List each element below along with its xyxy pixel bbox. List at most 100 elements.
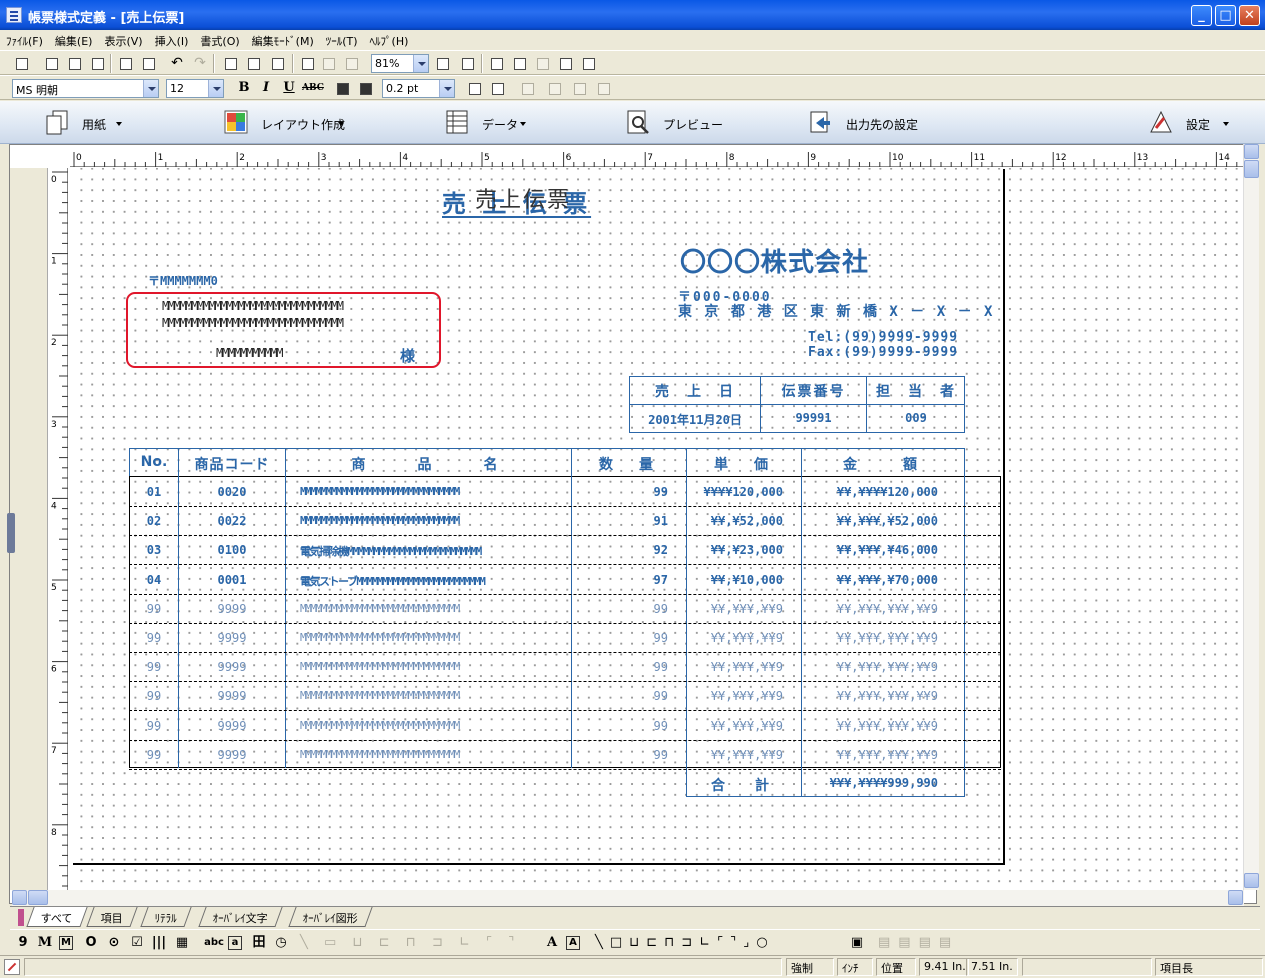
row-code[interactable]: 9999 bbox=[179, 748, 285, 762]
row-no[interactable]: 99 bbox=[130, 719, 178, 733]
menu-edit[interactable]: 編集(E) bbox=[49, 30, 99, 49]
row-qty[interactable]: 99 bbox=[572, 719, 668, 733]
menu-help[interactable]: ﾍﾙﾌﾟ(H) bbox=[364, 30, 415, 49]
copy-form-icon[interactable] bbox=[65, 54, 83, 72]
customer-postal[interactable]: 〒MMMMMMM0 bbox=[148, 272, 218, 289]
scroll-down-button[interactable] bbox=[1244, 873, 1259, 888]
row-price[interactable]: ¥¥,¥¥¥,¥¥9 bbox=[687, 660, 783, 674]
menu-view[interactable]: 表示(V) bbox=[98, 30, 148, 49]
row-name[interactable]: MMMMMMMMMMMMMMMMMMMMMMMMMMMMMMM bbox=[300, 631, 550, 644]
boxed-text-tool[interactable]: M bbox=[59, 936, 73, 950]
edit-icon[interactable] bbox=[42, 54, 60, 72]
col-code[interactable]: 商品コード bbox=[179, 454, 285, 474]
menu-edit-mode[interactable]: 編集ﾓｰﾄﾞ(M) bbox=[246, 30, 320, 49]
delete-item-icon[interactable] bbox=[244, 54, 262, 72]
vertical-scrollbar[interactable] bbox=[1243, 144, 1259, 890]
print-preview-icon[interactable] bbox=[139, 54, 157, 72]
col-amount[interactable]: 金 額 bbox=[802, 454, 964, 474]
row-price[interactable]: ¥¥,¥¥¥,¥¥9 bbox=[687, 631, 783, 645]
ribbon-output[interactable]: 出力先の設定 bbox=[808, 107, 948, 139]
scroll-left-button[interactable] bbox=[12, 890, 27, 905]
col-name[interactable]: 商 品 名 bbox=[286, 454, 571, 474]
bold-button[interactable]: B bbox=[234, 79, 254, 97]
sales-date-header[interactable]: 売 上 日 bbox=[630, 381, 760, 401]
row-price[interactable]: ¥¥,¥¥¥,¥¥9 bbox=[687, 748, 783, 762]
zoom-icon[interactable] bbox=[433, 54, 451, 72]
row-code[interactable]: 0020 bbox=[179, 485, 285, 499]
overlay-text-tool[interactable]: A bbox=[543, 934, 561, 952]
row-amount[interactable]: ¥¥,¥¥¥¥120,000 bbox=[802, 485, 938, 499]
row-name[interactable]: 電気ストーブMMMMMMMMMMMMMMMMMMMMMMMMM bbox=[300, 573, 550, 589]
row-no[interactable]: 99 bbox=[130, 689, 178, 703]
undo-icon[interactable]: ↶ bbox=[168, 54, 186, 72]
font-size-select[interactable]: 12 bbox=[166, 79, 224, 98]
tab-overlay-shape[interactable]: ｵｰﾊﾞﾚｲ図形 bbox=[288, 907, 373, 927]
person-header[interactable]: 担 当 者 bbox=[867, 381, 965, 401]
sales-date-value[interactable]: 2001年11月20日 bbox=[630, 411, 760, 428]
row-code[interactable]: 9999 bbox=[179, 631, 285, 645]
table-tool[interactable]: 田 bbox=[250, 934, 268, 952]
row-qty[interactable]: 99 bbox=[572, 485, 668, 499]
col-no[interactable]: No. bbox=[130, 454, 178, 470]
slip-number-value[interactable]: 99991 bbox=[761, 411, 866, 425]
row-name[interactable]: MMMMMMMMMMMMMMMMMMMMMMMMMMMMMMM bbox=[300, 748, 550, 761]
maximize-button[interactable]: □ bbox=[1215, 5, 1236, 26]
ribbon-data[interactable]: データ bbox=[444, 107, 544, 139]
radio-tool[interactable]: ⊙ bbox=[105, 934, 123, 952]
scroll-thumb[interactable] bbox=[1244, 160, 1259, 178]
row-qty[interactable]: 99 bbox=[572, 748, 668, 762]
tab-all[interactable]: すべて bbox=[26, 907, 88, 927]
row-code[interactable]: 0022 bbox=[179, 514, 285, 528]
horizontal-scrollbar[interactable] bbox=[12, 890, 1244, 906]
form-title-overlay[interactable]: 売上伝票 bbox=[475, 182, 571, 214]
shadow-icon[interactable] bbox=[356, 79, 374, 97]
ribbon-paper[interactable]: 用紙 bbox=[44, 107, 144, 139]
row-price[interactable]: ¥¥,¥52,000 bbox=[687, 514, 783, 528]
row-name[interactable]: MMMMMMMMMMMMMMMMMMMMMMMMMMMMMMM bbox=[300, 689, 550, 702]
menu-file[interactable]: ﾌｧｲﾙ(F) bbox=[0, 30, 49, 49]
ribbon-settings[interactable]: 設定 bbox=[1148, 107, 1238, 139]
row-price[interactable]: ¥¥¥¥120,000 bbox=[687, 485, 783, 499]
window-icon[interactable] bbox=[579, 54, 597, 72]
menu-tools[interactable]: ﾂｰﾙ(T) bbox=[320, 30, 364, 49]
splitter-handle[interactable] bbox=[7, 513, 15, 553]
row-name[interactable]: MMMMMMMMMMMMMMMMMMMMMMMMMMMMMMM bbox=[300, 602, 550, 615]
boxed-literal-tool[interactable]: a bbox=[228, 936, 242, 950]
row-amount[interactable]: ¥¥,¥¥¥,¥46,000 bbox=[802, 543, 938, 557]
col-qty[interactable]: 数 量 bbox=[572, 454, 686, 474]
row-no[interactable]: 99 bbox=[130, 602, 178, 616]
grid-icon[interactable] bbox=[487, 54, 505, 72]
zoom-select[interactable]: 81% bbox=[371, 54, 429, 73]
save-icon[interactable] bbox=[12, 54, 30, 72]
row-code[interactable]: 0100 bbox=[179, 543, 285, 557]
line-style-icon[interactable] bbox=[465, 79, 483, 97]
company-fax[interactable]: Fax:(99)9999-9999 bbox=[808, 345, 958, 360]
literal-text-tool[interactable]: abc bbox=[203, 934, 225, 952]
properties-icon[interactable] bbox=[268, 54, 286, 72]
text-field-tool[interactable]: M bbox=[36, 934, 54, 952]
row-qty[interactable]: 99 bbox=[572, 660, 668, 674]
numeric-field-tool[interactable]: 9 bbox=[14, 934, 32, 952]
row-code[interactable]: 9999 bbox=[179, 660, 285, 674]
company-name[interactable]: 〇〇〇株式会社 bbox=[680, 242, 869, 279]
ribbon-preview[interactable]: プレビュー bbox=[625, 107, 735, 139]
row-name[interactable]: MMMMMMMMMMMMMMMMMMMMMMMMMMMMMMM bbox=[300, 719, 550, 732]
row-amount[interactable]: ¥¥,¥¥¥,¥¥¥,¥¥9 bbox=[802, 689, 938, 703]
row-name[interactable]: MMMMMMMMMMMMMMMMMMMMMMMMMMMMMMM bbox=[300, 514, 550, 527]
tab-literal[interactable]: ﾘﾃﾗﾙ bbox=[140, 907, 192, 927]
app-icon[interactable] bbox=[6, 7, 22, 23]
row-no[interactable]: 03 bbox=[130, 543, 178, 557]
checkbox-tool[interactable]: ☑ bbox=[128, 934, 146, 952]
row-no[interactable]: 99 bbox=[130, 660, 178, 674]
zoom-fit-icon[interactable] bbox=[458, 54, 476, 72]
row-qty[interactable]: 99 bbox=[572, 602, 668, 616]
slip-number-header[interactable]: 伝票番号 bbox=[761, 381, 866, 401]
scroll-right-button[interactable] bbox=[1228, 890, 1243, 905]
row-name[interactable]: MMMMMMMMMMMMMMMMMMMMMMMMMMMMMMM bbox=[300, 485, 550, 498]
company-address[interactable]: 東 京 都 港 区 東 新 橋 X － X － X bbox=[678, 301, 994, 321]
row-no[interactable]: 01 bbox=[130, 485, 178, 499]
row-price[interactable]: ¥¥,¥23,000 bbox=[687, 543, 783, 557]
close-button[interactable]: ✕ bbox=[1239, 5, 1260, 26]
row-no[interactable]: 99 bbox=[130, 748, 178, 762]
underline-button[interactable]: U bbox=[279, 79, 299, 97]
